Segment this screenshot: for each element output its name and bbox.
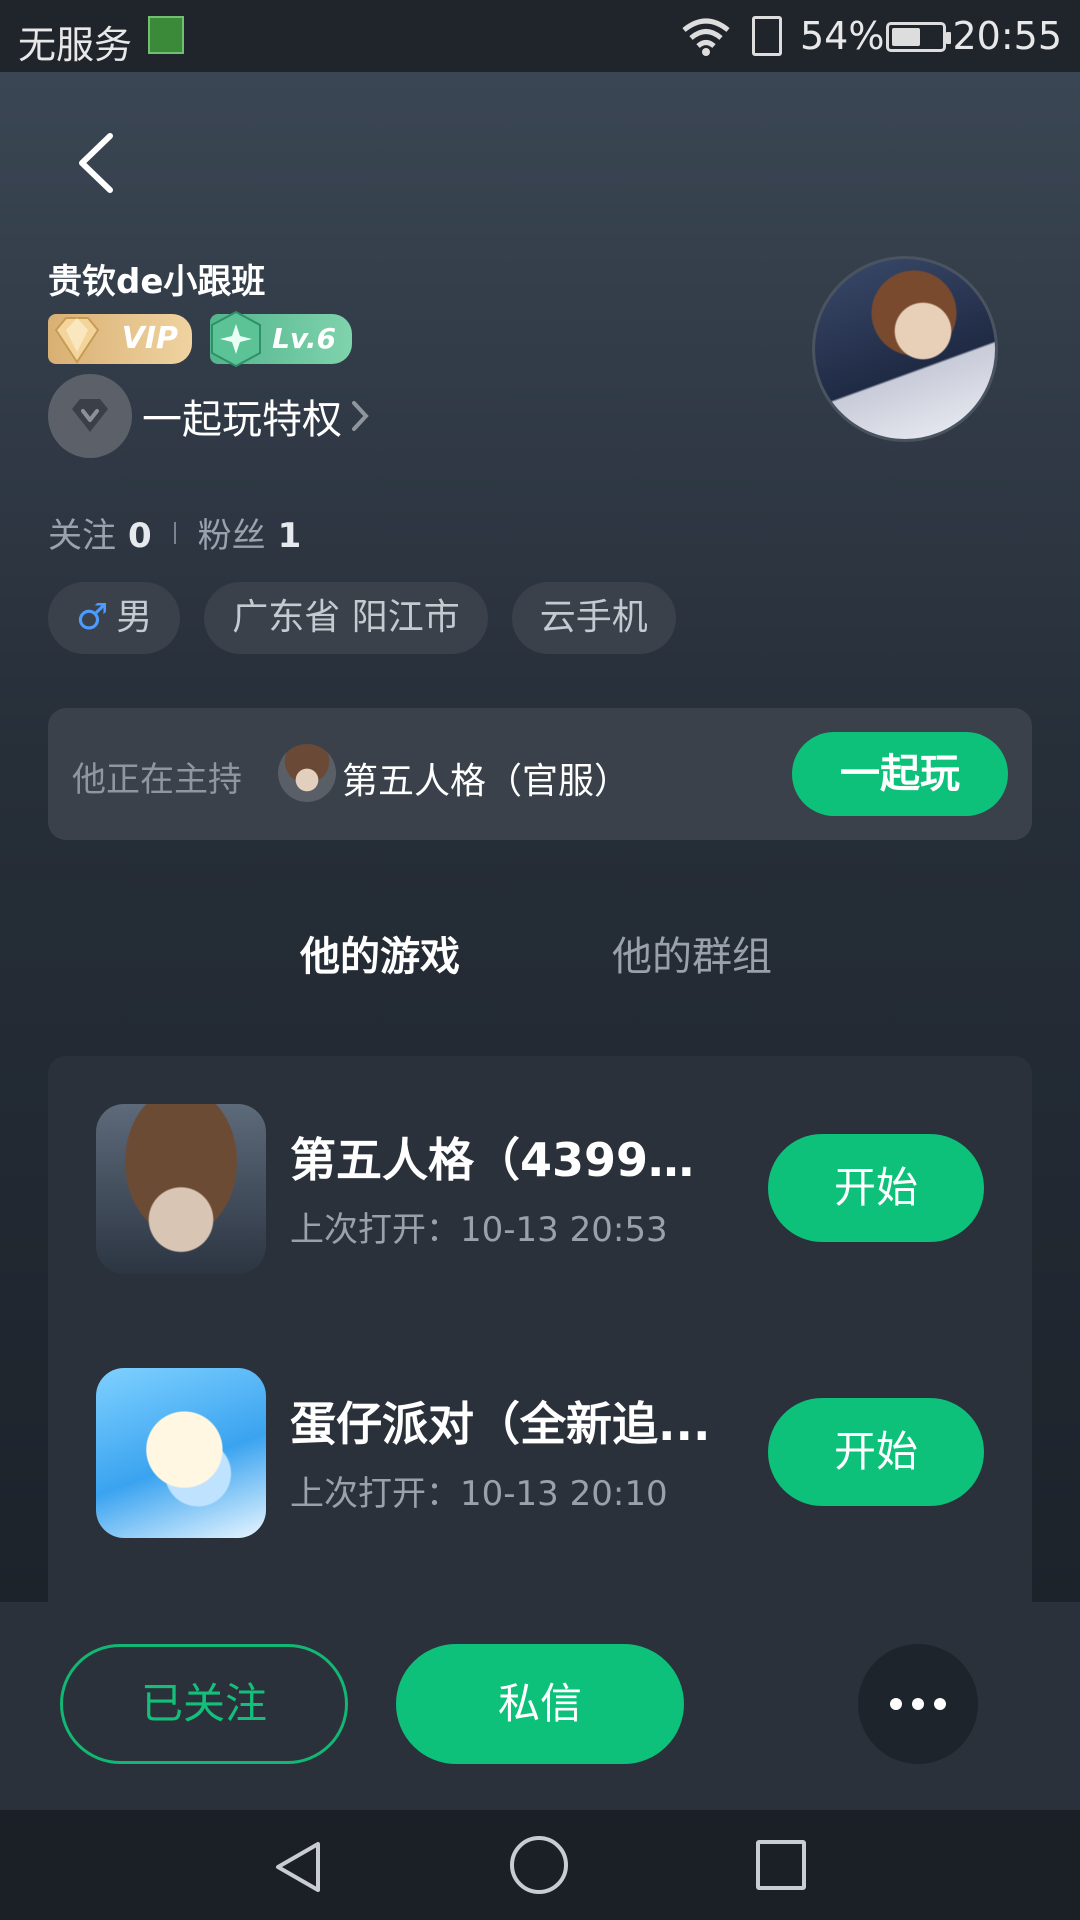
more-dot (912, 1698, 924, 1710)
back-button[interactable] (68, 128, 128, 198)
following-label: 关注 (48, 516, 116, 556)
carrier-label: 无服务 (18, 23, 133, 67)
privilege-entry[interactable]: 一起玩特权 (48, 374, 370, 458)
game-last-opened: 上次打开：10-13 20:53 (290, 1210, 668, 1250)
game-title: 第五人格（4399服） (290, 1133, 730, 1187)
storage-icon (752, 16, 782, 56)
list-item[interactable]: 蛋仔派对（全新追... 上次打开：10-13 20:10 开始 (96, 1368, 984, 1538)
battery-percent: 54% (800, 14, 885, 58)
vip-label: VIP (121, 321, 178, 356)
profile-tags: ♂ 男 广东省 阳江市 云手机 (48, 582, 676, 654)
male-icon: ♂ (76, 597, 109, 638)
following-count: 0 (128, 516, 152, 556)
level-badge[interactable]: Lv.6 (210, 310, 352, 368)
privilege-label: 一起玩特权 (142, 397, 342, 443)
system-nav-bar (0, 1810, 1080, 1920)
level-label: Lv.6 (272, 322, 336, 355)
tab-groups[interactable]: 他的群组 (612, 924, 772, 982)
followers-count: 1 (277, 516, 302, 556)
more-dot (934, 1698, 946, 1710)
hosting-label: 他正在主持 (72, 760, 242, 800)
bottom-action-bar: 已关注 私信 (0, 1602, 1080, 1810)
hosting-game-name: 第五人格（官服） (342, 761, 631, 802)
game-icon (96, 1368, 266, 1538)
followed-button[interactable]: 已关注 (60, 1644, 348, 1764)
device-tag: 云手机 (511, 582, 676, 654)
stats-divider (173, 521, 176, 544)
level-gem-icon (211, 310, 261, 368)
more-options-button[interactable] (858, 1644, 978, 1764)
battery-icon (886, 22, 951, 52)
vip-badge[interactable]: VIP (48, 314, 192, 364)
location-tag: 广东省 阳江市 (204, 582, 488, 654)
play-together-button[interactable]: 一起玩 (792, 732, 1008, 816)
following-stat[interactable]: 关注 0 (48, 508, 152, 557)
gender-tag: ♂ 男 (48, 582, 181, 654)
clock: 20:55 (952, 14, 1062, 58)
sim-icon (148, 16, 184, 54)
status-bar: 无服务 54% 20:55 (0, 0, 1080, 72)
wifi-icon (682, 18, 730, 56)
nav-back-icon[interactable] (272, 1840, 324, 1894)
follow-stats: 关注 0 粉丝 1 (48, 508, 301, 557)
more-dot (890, 1698, 902, 1710)
game-icon (96, 1104, 266, 1274)
hosting-game-icon (278, 744, 336, 802)
gender-label: 男 (116, 597, 153, 638)
game-last-opened: 上次打开：10-13 20:10 (290, 1474, 668, 1514)
nav-recent-icon[interactable] (756, 1840, 806, 1890)
diamond-icon (54, 317, 100, 364)
followers-stat[interactable]: 粉丝 1 (198, 508, 302, 557)
hosting-card[interactable]: 他正在主持 第五人格（官服） 一起玩 (48, 708, 1032, 840)
privilege-diamond-icon (48, 374, 132, 458)
chevron-right-icon (352, 401, 369, 431)
games-list: 第五人格（4399服） 上次打开：10-13 20:53 开始 蛋仔派对（全新追… (48, 1056, 1032, 1602)
followers-label: 粉丝 (197, 516, 266, 556)
username: 贵钦de小跟班 (48, 262, 266, 302)
start-button[interactable]: 开始 (768, 1134, 984, 1242)
message-button[interactable]: 私信 (396, 1644, 684, 1764)
game-title: 蛋仔派对（全新追... (290, 1397, 711, 1451)
tab-games[interactable]: 他的游戏 (300, 924, 460, 982)
avatar[interactable] (812, 256, 998, 442)
list-item[interactable]: 第五人格（4399服） 上次打开：10-13 20:53 开始 (96, 1104, 984, 1274)
start-button[interactable]: 开始 (768, 1398, 984, 1506)
nav-home-icon[interactable] (510, 1836, 568, 1894)
